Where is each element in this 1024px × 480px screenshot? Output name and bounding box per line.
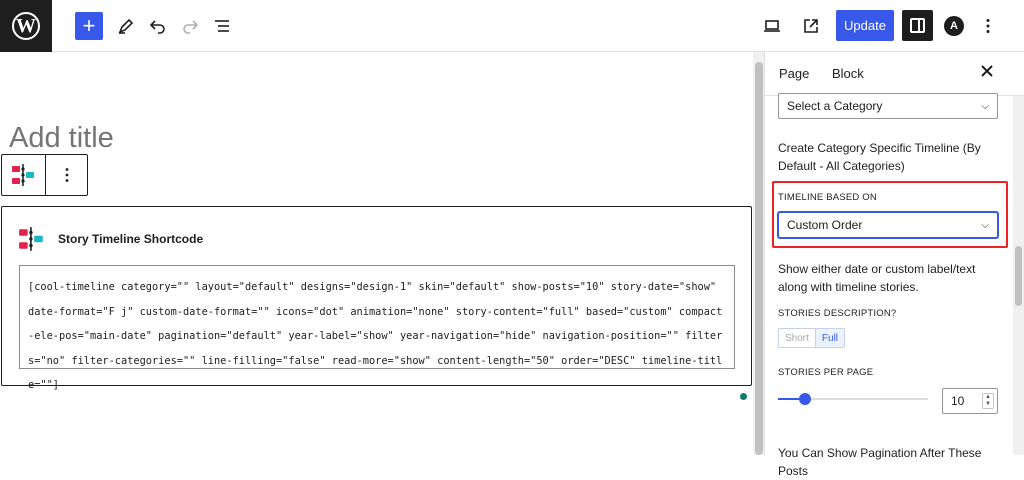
chevron-down-icon: ⌵ [981,219,989,231]
document-overview-button[interactable] [208,12,236,40]
settings-toggle-button[interactable] [902,10,933,41]
sidebar-scrollbar-thumb[interactable] [1015,246,1022,306]
chevron-up-icon: ▲ [985,394,991,400]
view-post-button[interactable] [797,12,825,40]
close-icon [981,65,993,77]
post-title-input[interactable]: Add title [9,122,114,155]
shortcode-textarea[interactable]: [cool-timeline category="" layout="defau… [19,265,735,391]
tab-block[interactable]: Block [832,66,864,81]
stories-per-page-slider[interactable] [778,393,928,405]
timeline-block-icon [11,164,34,186]
undo-button[interactable] [144,12,172,40]
editor-header: W + Update A [0,0,1024,52]
timeline-based-help-text: Show either date or custom label/text al… [778,262,976,294]
wordpress-logo-icon: W [12,12,40,40]
sidebar-scrollbar[interactable] [1013,96,1024,455]
desktop-icon [764,20,780,32]
tools-button[interactable] [112,12,140,40]
external-link-icon [804,19,818,33]
timeline-based-label: TIMELINE BASED ON [778,192,877,203]
timeline-based-select[interactable]: Custom Order ⌵ [778,212,998,238]
sidebar-icon [910,18,925,33]
stories-description-label: STORIES DESCRIPTION? [778,308,897,319]
stories-description-toggle: Short Full [778,328,846,348]
undo-icon [149,20,165,34]
timeline-based-value: Custom Order [787,218,863,232]
number-spinner[interactable]: ▲ ▼ [982,393,994,409]
close-sidebar-button[interactable] [981,64,993,82]
block-title: Story Timeline Shortcode [58,232,204,246]
canvas-scrollbar[interactable] [753,52,765,455]
chevron-down-icon: ▼ [985,401,991,407]
slider-thumb[interactable] [799,393,811,405]
stories-per-page-label: STORIES PER PAGE [778,367,874,378]
update-button[interactable]: Update [836,10,894,41]
pagination-help-text: You Can Show Pagination After These Post… [778,446,982,478]
timeline-block-icon [19,227,43,251]
category-help-text: Create Category Specific Timeline (By De… [778,141,981,173]
block-options-button[interactable] [46,155,87,195]
block-inserter-button[interactable]: + [75,12,103,40]
category-select[interactable]: Select a Category ⌵ [778,93,998,119]
wordpress-logo-button[interactable]: W [0,0,52,52]
status-dot [740,393,747,400]
story-timeline-block[interactable]: Story Timeline Shortcode [cool-timeline … [1,206,752,391]
stories-description-full[interactable]: Full [814,329,845,347]
sidebar-tabs: Page Block [765,52,1024,96]
pencil-icon [118,18,134,34]
tab-page[interactable]: Page [779,66,809,81]
stories-per-page-value: 10 [951,394,965,408]
astra-settings-button[interactable]: A [944,16,964,36]
block-toolbar [1,154,88,196]
category-select-value: Select a Category [787,99,883,113]
redo-button[interactable] [176,12,204,40]
preview-button[interactable] [758,12,786,40]
stories-per-page-input[interactable]: 10 ▲ ▼ [942,388,998,414]
block-header: Story Timeline Shortcode [18,227,203,251]
canvas-scrollbar-thumb[interactable] [755,62,763,455]
more-vertical-icon [986,19,990,33]
chevron-down-icon: ⌵ [981,100,989,112]
block-type-button[interactable] [2,155,46,195]
options-menu-button[interactable] [974,12,1002,40]
redo-icon [183,20,199,34]
settings-sidebar: Page Block Select a Category ⌵ Create Ca… [765,52,1024,478]
more-vertical-icon [65,168,68,182]
list-view-icon [215,20,229,32]
stories-description-short[interactable]: Short [779,329,815,347]
